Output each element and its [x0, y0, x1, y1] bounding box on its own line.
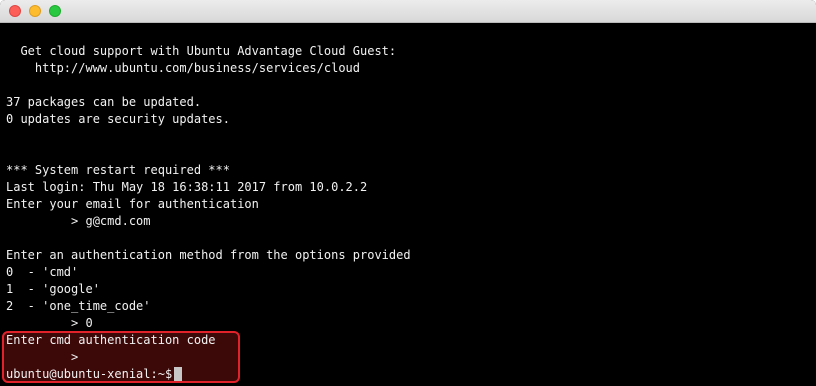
maximize-window-button[interactable]	[49, 5, 61, 17]
minimize-window-button[interactable]	[29, 5, 41, 17]
terminal-line: 2 - 'one_time_code'	[6, 299, 151, 313]
terminal-line: 0 updates are security updates.	[6, 112, 230, 126]
terminal-line: 1 - 'google'	[6, 282, 100, 296]
close-window-button[interactable]	[9, 5, 21, 17]
terminal-line: Enter your email for authentication	[6, 197, 259, 211]
terminal-line: > 0	[6, 316, 93, 330]
terminal-output[interactable]: Get cloud support with Ubuntu Advantage …	[0, 23, 816, 386]
terminal-window: Get cloud support with Ubuntu Advantage …	[0, 0, 816, 386]
text-cursor	[174, 367, 182, 381]
terminal-line: Last login: Thu May 18 16:38:11 2017 fro…	[6, 180, 368, 194]
terminal-line: Get cloud support with Ubuntu Advantage …	[6, 44, 397, 58]
shell-prompt: ubuntu@ubuntu-xenial:~$	[6, 367, 180, 381]
terminal-line: > g@cmd.com	[6, 214, 151, 228]
terminal-line: *** System restart required ***	[6, 163, 230, 177]
terminal-line: 0 - 'cmd'	[6, 265, 79, 279]
terminal-line: >	[6, 350, 79, 364]
title-bar	[0, 0, 816, 23]
terminal-line: Enter cmd authentication code	[6, 333, 216, 347]
terminal-line: http://www.ubuntu.com/business/services/…	[6, 61, 361, 75]
terminal-line: 37 packages can be updated.	[6, 95, 202, 109]
terminal-line: Enter an authentication method from the …	[6, 248, 411, 262]
